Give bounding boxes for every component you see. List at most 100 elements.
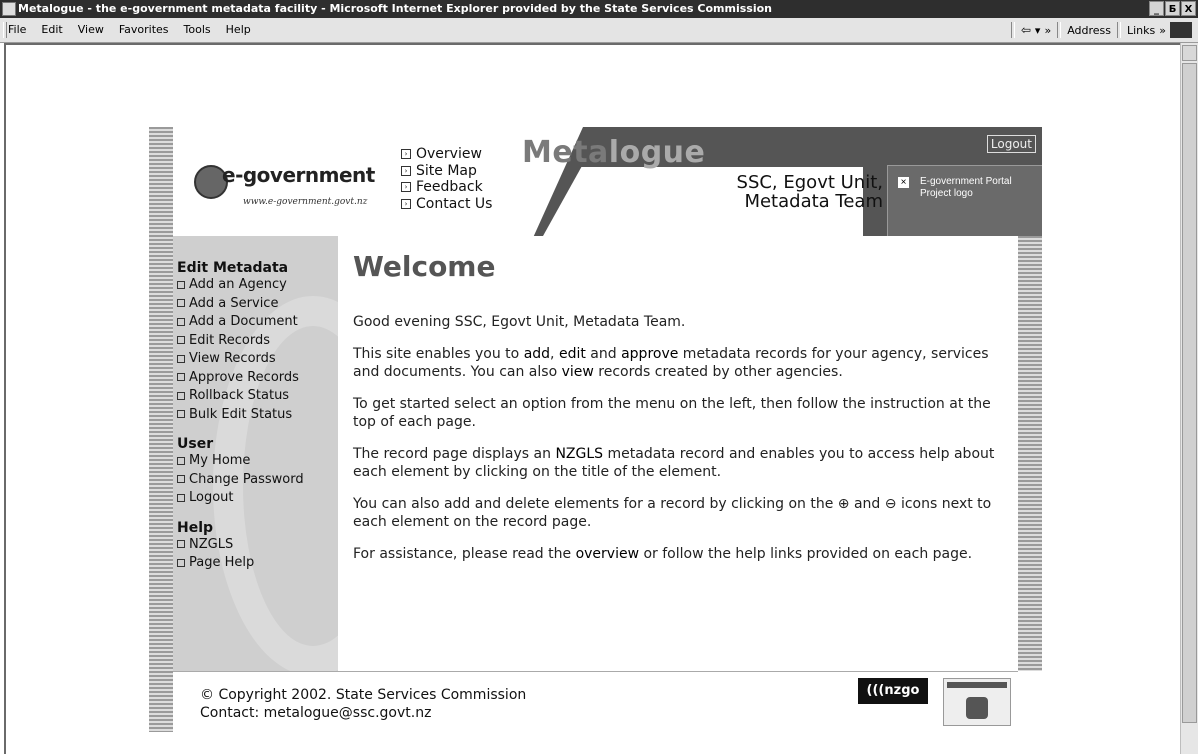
logo-url: www.e-government.govt.nz [243, 197, 368, 207]
nav-site-map[interactable]: › Site Map [401, 163, 492, 180]
view-keyword: view [561, 364, 594, 380]
edit-keyword: edit [558, 345, 586, 362]
sidebar: Edit Metadata Add an Agency Add a Servic… [173, 236, 338, 671]
nav-overview[interactable]: › Overview [401, 146, 492, 163]
toolbar-separator [1057, 22, 1062, 38]
sidebar-item-add-agency[interactable]: Add an Agency [177, 276, 304, 295]
contact-text[interactable]: Contact: metalogue@ssc.govt.nz [200, 704, 526, 722]
page-title: Welcome [353, 250, 496, 283]
menu-file[interactable]: File [8, 23, 26, 36]
add-delete-paragraph: You can also add and delete elements for… [353, 495, 992, 531]
window-controls: _ Б X [1149, 1, 1196, 16]
sidebar-item-my-home[interactable]: My Home [177, 452, 304, 471]
toolbar-separator [1117, 22, 1121, 38]
site-header: e-government www.e-government.govt.nz › O… [173, 127, 1042, 236]
minimize-button[interactable]: _ [1149, 1, 1164, 16]
portal-logo-alt-text: E-government Portal Project logo [920, 176, 1012, 199]
nav-contact-us[interactable]: › Contact Us [401, 196, 492, 213]
section-title-help: Help [177, 519, 214, 536]
nav-feedback[interactable]: › Feedback [401, 179, 492, 196]
arrow-bullet-icon [177, 410, 185, 418]
arrow-bullet-icon: › [401, 182, 411, 192]
arrow-bullet-icon [177, 373, 185, 381]
sidebar-item-bulk-edit-status[interactable]: Bulk Edit Status [177, 406, 304, 425]
assistance-paragraph: For assistance, please read the overview… [353, 545, 973, 562]
arrow-bullet-icon [177, 475, 185, 483]
portal-logo-placeholder[interactable]: × E-government Portal Project logo [887, 165, 1042, 236]
footer-text: © Copyright 2002. State Services Commiss… [200, 686, 526, 722]
main-content: Welcome Good evening SSC, Egovt Unit, Me… [338, 236, 1018, 671]
scrollbar-thumb[interactable] [1182, 63, 1197, 723]
record-page-paragraph: The record page displays an NZGLS metada… [353, 445, 995, 481]
toolbar-right: ⇦ ▾ » Address Links » [1009, 22, 1192, 38]
nzgo-logo[interactable]: (((nzgo [858, 678, 928, 704]
decorative-stripe-right [1018, 236, 1042, 671]
links-chevron-icon[interactable]: » [1159, 24, 1166, 37]
scroll-up-icon[interactable] [1182, 45, 1197, 61]
close-button[interactable]: X [1181, 1, 1196, 16]
arrow-bullet-icon [177, 299, 185, 307]
logout-button[interactable]: Logout [986, 135, 1036, 153]
sidebar-item-change-password[interactable]: Change Password [177, 471, 304, 490]
brand-part-meta: Meta [522, 135, 609, 170]
menu-edit[interactable]: Edit [41, 23, 62, 36]
arrow-bullet-icon [177, 540, 185, 548]
sidebar-item-logout[interactable]: Logout [177, 489, 304, 508]
sidebar-item-page-help[interactable]: Page Help [177, 554, 304, 573]
links-label[interactable]: Links [1127, 24, 1155, 37]
intro-paragraph: This site enables you to add, edit and a… [353, 345, 989, 381]
nzgls-keyword: NZGLS [555, 445, 604, 462]
vertical-scrollbar[interactable] [1180, 43, 1198, 754]
overview-link[interactable]: overview [576, 546, 639, 562]
welcome-text: Good evening SSC, Egovt Unit, Metadata T… [353, 313, 1018, 576]
sidebar-item-view-records[interactable]: View Records [177, 350, 304, 369]
menu-help[interactable]: Help [226, 23, 251, 36]
approve-keyword: approve [621, 345, 679, 362]
sidebar-item-add-service[interactable]: Add a Service [177, 295, 304, 314]
arrow-bullet-icon [177, 354, 185, 363]
sidebar-item-rollback-status[interactable]: Rollback Status [177, 387, 304, 406]
windows-logo-icon [1170, 22, 1192, 38]
logo-wordmark: e-government [222, 163, 375, 187]
window-titlebar: Metalogue - the e-government metadata fa… [0, 0, 1198, 18]
arrow-bullet-icon [177, 336, 185, 344]
menu-view[interactable]: View [78, 23, 104, 36]
ie-app-icon[interactable] [2, 2, 16, 16]
toolbar-separator [1010, 22, 1015, 38]
maximize-button[interactable]: Б [1165, 1, 1180, 16]
ssc-logo[interactable] [943, 678, 1011, 726]
arrow-bullet-icon [177, 456, 185, 465]
sidebar-item-approve-records[interactable]: Approve Records [177, 369, 304, 388]
menu-items: File Edit View Favorites Tools Help [8, 23, 251, 36]
address-label[interactable]: Address [1067, 24, 1111, 37]
broken-image-icon: × [898, 177, 909, 188]
arrow-bullet-icon [177, 391, 185, 400]
section-title-user: User [177, 436, 214, 452]
ssc-title-bar [947, 682, 1007, 688]
menu-favorites[interactable]: Favorites [119, 23, 169, 36]
metalogue-brand: Metalogue [522, 135, 705, 170]
add-keyword: add [523, 345, 551, 362]
sidebar-item-nzgls[interactable]: NZGLS [177, 536, 304, 555]
menu-tools[interactable]: Tools [184, 23, 211, 36]
top-navigation: › Overview › Site Map › Feedback › Contact U… [401, 146, 492, 212]
arrow-bullet-icon [177, 280, 185, 289]
arrow-bullet-icon [177, 558, 185, 567]
e-government-logo[interactable]: e-government www.e-government.govt.nz [188, 157, 378, 217]
arrow-bullet-icon: › [401, 198, 411, 209]
user-line-1: SSC, Egovt Unit, [736, 172, 883, 193]
toolbar-chevron-icon[interactable]: » [1044, 24, 1051, 37]
sidebar-item-add-document[interactable]: Add a Document [177, 313, 304, 332]
back-arrow-icon[interactable]: ⇦ [1021, 23, 1031, 37]
arrow-bullet-icon: › [401, 149, 411, 159]
window-title: Metalogue - the e-government metadata fa… [18, 2, 772, 15]
back-dropdown-icon[interactable]: ▾ [1035, 24, 1041, 37]
decorative-stripe-left [149, 127, 173, 732]
section-title-edit-metadata: Edit Metadata [177, 260, 289, 276]
greeting-text: Good evening SSC, Egovt Unit, Metadata T… [353, 314, 686, 330]
toolbar-grip[interactable] [3, 22, 7, 38]
arrow-bullet-icon [177, 493, 185, 502]
sidebar-item-edit-records[interactable]: Edit Records [177, 332, 304, 351]
crest-icon [966, 697, 988, 719]
